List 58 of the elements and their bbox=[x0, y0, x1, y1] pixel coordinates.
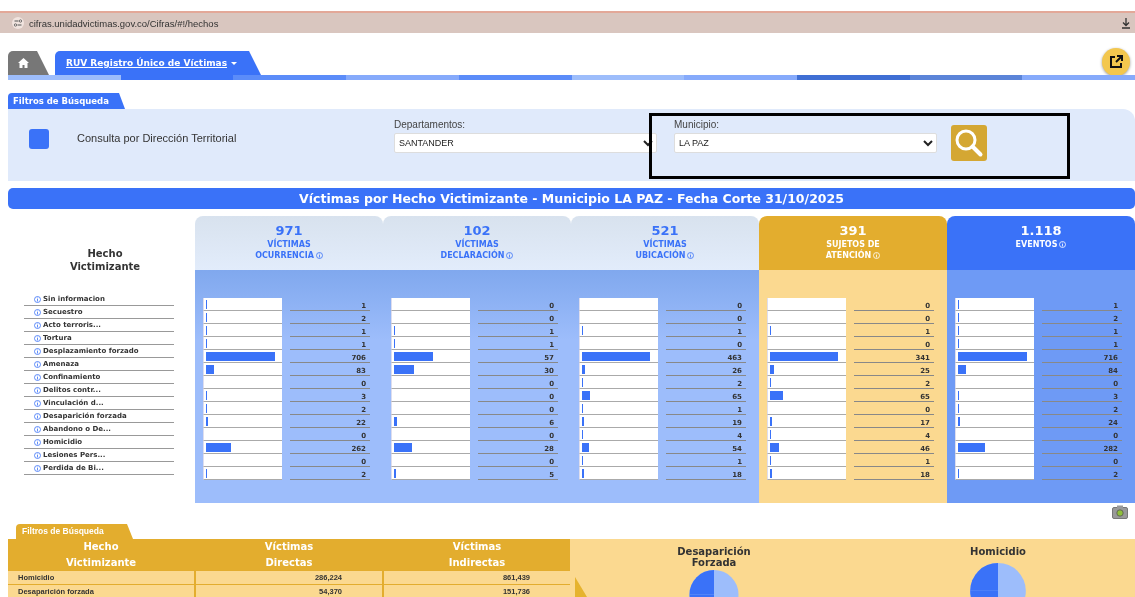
info-icon[interactable] bbox=[34, 425, 41, 433]
search-icon bbox=[954, 128, 984, 158]
caret-icon bbox=[231, 61, 238, 65]
menu-tab[interactable]: RUV Registro Único de Víctimas bbox=[55, 51, 262, 75]
column-label: VÍCTIMAS bbox=[643, 239, 687, 249]
export-button[interactable] bbox=[1102, 47, 1130, 76]
column-header: Víctimas Directas bbox=[263, 540, 315, 570]
department-label: Departamentos: bbox=[394, 119, 467, 132]
home-tab[interactable] bbox=[8, 51, 49, 75]
column-label: EVENTOS bbox=[1015, 239, 1058, 250]
column-header: Hecho Victimizante bbox=[64, 540, 138, 570]
info-icon[interactable] bbox=[506, 252, 514, 259]
chart-title: Desaparición Forzada bbox=[676, 546, 752, 568]
column-label: VÍCTIMAS bbox=[267, 239, 311, 250]
column-label: VÍCTIMAS bbox=[455, 239, 499, 249]
municipality-select[interactable]: LA PAZ bbox=[674, 133, 937, 153]
site-settings-icon[interactable] bbox=[12, 17, 24, 29]
info-icon[interactable] bbox=[315, 252, 323, 259]
section-title: Víctimas por Hecho Victimizante - Municipio LA PAZ - Fecha Corte 31/10/2025 bbox=[8, 188, 1135, 209]
column-total: 521 bbox=[651, 223, 679, 238]
pointer-icon bbox=[575, 577, 587, 597]
column-label: ATENCIÓN bbox=[825, 250, 872, 261]
info-icon[interactable] bbox=[34, 373, 41, 381]
filter-tab[interactable]: Filtros de Búsqueda bbox=[8, 93, 125, 109]
info-icon[interactable] bbox=[34, 412, 41, 420]
column-header: Víctimas Indirectas bbox=[447, 540, 507, 570]
home-icon bbox=[18, 58, 29, 68]
search-button[interactable] bbox=[951, 125, 987, 161]
municipality-label: Municipio: bbox=[674, 119, 721, 132]
column-label: SUJETOS DE bbox=[826, 239, 880, 250]
column-total: 971 bbox=[275, 223, 303, 238]
chart-title: Homicidio bbox=[969, 546, 1027, 559]
info-icon[interactable] bbox=[34, 347, 41, 355]
info-icon[interactable] bbox=[34, 399, 41, 407]
info-icon[interactable] bbox=[34, 438, 41, 446]
territorial-checkbox[interactable] bbox=[29, 129, 49, 149]
info-icon[interactable] bbox=[34, 321, 41, 329]
url-text[interactable]: cifras.unidadvictimas.gov.co/Cifras/#!/hechos bbox=[29, 17, 219, 29]
info-icon[interactable] bbox=[34, 386, 41, 394]
info-icon[interactable] bbox=[687, 252, 695, 259]
info-icon[interactable] bbox=[34, 464, 41, 472]
info-icon[interactable] bbox=[34, 360, 41, 368]
external-link-icon bbox=[1109, 54, 1123, 69]
column-label: UBICACIÓN bbox=[635, 250, 686, 261]
column-label: OCURRENCIA bbox=[255, 250, 314, 261]
column-label: DECLARACIÓN bbox=[440, 250, 505, 261]
camera-icon[interactable] bbox=[1112, 505, 1128, 519]
checkbox-label: Consulta por Dirección Territorial bbox=[77, 132, 238, 144]
info-icon[interactable] bbox=[34, 334, 41, 342]
row-header: Hecho Victimizante bbox=[68, 247, 142, 273]
department-select[interactable]: SANTANDER bbox=[394, 133, 657, 153]
info-icon[interactable] bbox=[34, 308, 41, 316]
info-icon[interactable] bbox=[34, 295, 41, 303]
info-icon[interactable] bbox=[34, 451, 41, 459]
column-total: 1.118 bbox=[1020, 223, 1062, 239]
column-total: 391 bbox=[839, 223, 867, 239]
download-icon[interactable] bbox=[1121, 17, 1131, 29]
column-total: 102 bbox=[463, 223, 491, 238]
